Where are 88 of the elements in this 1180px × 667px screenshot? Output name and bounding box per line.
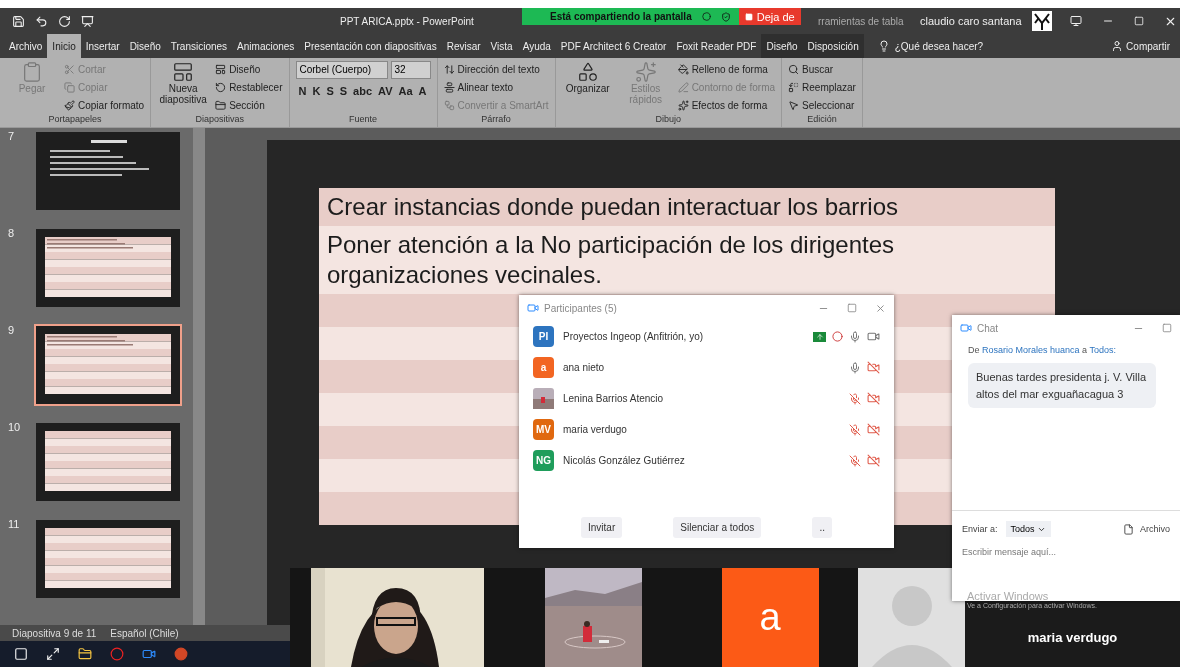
ribbon-button[interactable]: Nueva diapositiva [157,61,210,114]
participant-avatar: a [533,357,554,378]
ribbon-button[interactable]: Reemplazar [788,79,856,96]
participant-avatar: NG [533,450,554,471]
ribbon-button[interactable]: Copiar formato [64,97,145,114]
activation-title: Activar Windows [967,590,1050,602]
group-label: Edición [806,114,838,126]
participant-name: Nicolás González Gutiérrez [563,455,685,466]
format-button[interactable]: K [309,85,324,97]
participant-avatar: PI [533,326,554,347]
participant-row[interactable]: Lenina Barrios Atencio [519,383,894,414]
format-button[interactable]: S [323,85,337,97]
stop-share-button[interactable]: Deja de [738,8,801,25]
ribbon-button[interactable]: Seleccionar [788,97,856,114]
ribbon-button[interactable]: Efectos de forma [677,97,776,114]
ribbon-tab[interactable]: Foxit Reader PDF [671,34,762,58]
format-button[interactable]: AV [375,85,396,97]
participants-button[interactable]: Silenciar a todos [673,517,762,538]
recipient-link[interactable]: Todos: [1089,345,1116,355]
participants-button[interactable]: .. [812,517,832,538]
ribbon-button[interactable]: Restablecer [215,79,283,96]
user-name: claudio caro santana [920,15,1022,27]
chat-message: Buenas tardes presidenta j. V. Villa altos del mar exguañacagua 3 [968,363,1156,408]
ribbon-button[interactable]: Dirección del texto [443,61,549,78]
help-search[interactable]: ¿Qué desea hacer? [877,34,984,58]
group-label: Dibujo [654,114,683,126]
ribbon-tab[interactable]: Insertar [80,34,125,58]
participant-row[interactable]: a ana nieto [519,352,894,383]
ribbon-tab[interactable]: PDF Architect 6 Creator [555,34,672,58]
ribbon-tab[interactable]: Vista [485,34,518,58]
ribbon-tab[interactable]: Revisar [441,34,486,58]
share-button[interactable]: Compartir [1111,34,1180,58]
ribbon-tab[interactable]: Presentación con diapositivas [299,34,442,58]
language-status: Español (Chile) [110,627,179,639]
ribbon-button[interactable]: Alinear texto [443,79,549,96]
ribbon-tab[interactable]: Transiciones [165,34,233,58]
slide-text: Crear instancias donde puedan interactuar los barrios [319,188,1055,226]
ribbon-button[interactable]: Sección [215,97,283,114]
context-label: rramientas de tabla [818,15,905,27]
ribbon-tab[interactable]: Diseño [761,34,803,58]
slide-counter: Diapositiva 9 de 11 [12,627,97,639]
participant-row[interactable]: MV maria verdugo [519,414,894,445]
group-label: Portapapeles [47,114,103,126]
ribbon-tab[interactable]: Archivo [4,34,48,58]
format-button[interactable]: A [415,85,430,97]
ribbon-tab[interactable]: Inicio [47,34,81,58]
participant-avatar: MV [533,419,554,440]
slide-text: Poner atención a la No participación de los dirigentes organizaciones vecinales. [319,226,1055,294]
slide-number: 9 [8,324,16,338]
ribbon-tab[interactable]: Animaciones [232,34,300,58]
recipient-select[interactable]: Todos [1005,521,1051,537]
slide-number: 10 [8,421,20,435]
file-button[interactable]: Archivo [1123,523,1170,535]
slide-number: 8 [8,227,16,241]
window-title: PPT ARICA.pptx - PowerPoint [340,15,474,27]
participant-name: ana nieto [563,362,605,373]
sharing-status: Está compartiendo la pantalla [550,11,692,22]
slide-number: 11 [8,518,20,532]
ribbon-button[interactable]: Organizar [561,61,614,114]
group-label: Fuente [348,114,378,126]
message-header: De Rosario Morales huanca a Todos: [967,344,1117,357]
participants-button[interactable]: Invitar [581,517,623,538]
format-button[interactable]: Aa [395,85,416,97]
window-title: Chat [977,322,999,334]
size-dropdown[interactable]: 32 [390,61,431,79]
ribbon-button[interactable]: Buscar [788,61,856,78]
participant-name: Proyectos Ingeop (Anfitrión, yo) [563,331,704,342]
ribbon-tab[interactable]: Diseño [124,34,166,58]
window-title: Participantes (5) [544,302,617,314]
group-label: Diapositivas [194,114,246,126]
font-dropdown[interactable]: Corbel (Cuerpo) [295,61,388,79]
ribbon-tab[interactable]: Ayuda [517,34,556,58]
send-to-label: Enviar a: [962,524,998,534]
group-label: Párrafo [480,114,512,126]
ribbon-button[interactable]: Relleno de forma [677,61,776,78]
participant-name: maria verdugo [563,424,627,435]
participant-row[interactable]: NG Nicolás González Gutiérrez [519,445,894,476]
format-button[interactable]: S [336,85,351,97]
format-button[interactable]: abc [350,85,376,97]
slide-number: 7 [8,130,16,144]
sender-link[interactable]: Rosario Morales huanca [982,345,1080,355]
ribbon-tab[interactable]: Disposición [802,34,864,58]
ribbon-button[interactable]: Diseño [215,61,283,78]
participant-name: maria verdugo [1027,630,1118,645]
participant-initial: a [759,596,781,639]
participant-row[interactable]: PI Proyectos Ingeop (Anfitrión, yo) [519,321,894,352]
participant-name: Lenina Barrios Atencio [563,393,664,404]
format-button[interactable]: N [295,85,310,97]
